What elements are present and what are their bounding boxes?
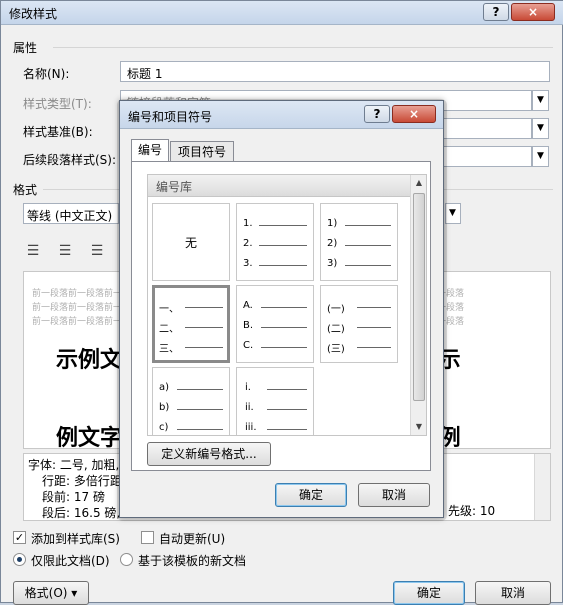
name-label: 名称(N): [23,67,70,81]
format-item-text: B. [243,320,254,331]
format-menu-button[interactable]: 格式(O) ▾ [13,581,89,605]
scroll-up-icon[interactable]: ▲ [411,175,426,191]
name-input-value: 标题 1 [127,67,163,81]
inner-close-button[interactable]: × [392,105,436,123]
add-to-gallery-checkbox[interactable]: ✓ [13,531,26,544]
template-docs-label: 基于该模板的新文档 [138,554,247,568]
format-item-text: 3. [243,258,253,269]
define-new-number-format-button[interactable]: 定义新编号格式... [147,442,271,466]
format-item-text: iii. [245,422,257,433]
outer-dialog-title: 修改样式 [9,7,58,21]
format-item-text: ii. [245,402,254,413]
style-based-dropdown-icon[interactable]: ▼ [532,118,549,139]
format-item-text: (一) [327,304,345,315]
numbering-format-none[interactable]: 无 [152,203,230,281]
outer-title-bar[interactable]: 修改样式 ? × [1,1,563,25]
only-this-doc-label: 仅限此文档(D) [31,554,110,568]
format-item-text: 2. [243,238,253,249]
format-item-text: c) [159,422,169,433]
align-left-icon[interactable]: ☰ [21,241,45,263]
desc-line-1: 字体: 二号, 加粗, [28,458,120,472]
outer-ok-button[interactable]: 确定 [393,581,465,605]
library-scrollbar[interactable]: ▲ ▼ [410,175,426,435]
outer-close-button[interactable]: × [511,3,555,21]
style-based-label: 样式基准(B): [23,125,93,139]
tab-bullets[interactable]: 项目符号 [170,141,234,163]
outer-help-button[interactable]: ? [483,3,509,21]
scroll-down-icon[interactable]: ▼ [411,419,426,435]
numbering-bullets-dialog: 编号和项目符号 ? × 编号 项目符号 编号库 无 1. 2. 3. 1) 2)… [119,100,444,518]
format-item-text: (三) [327,344,345,355]
format-item-text: a) [159,382,170,393]
format-item-text: 2) [327,238,338,249]
format-section-label: 格式 [13,183,38,197]
numbering-format-chinese-paren[interactable]: (一) (二) (三) [320,285,398,363]
next-paragraph-dropdown-icon[interactable]: ▼ [532,146,549,167]
outer-cancel-button[interactable]: 取消 [475,581,551,605]
style-type-label: 样式类型(T): [23,97,92,111]
format-item-text: 一、 [159,304,179,315]
numbering-library-header: 编号库 [148,175,410,197]
align-center-icon[interactable]: ☰ [53,241,77,263]
font-value: 等线 (中文正文) [27,209,113,223]
numbering-format-arabic-dot[interactable]: 1. 2. 3. [236,203,314,281]
font-select[interactable]: 等线 (中文正文) [23,203,119,224]
numbering-format-upper-alpha[interactable]: A. B. C. [236,285,314,363]
inner-title-bar[interactable]: 编号和项目符号 ? × [120,101,443,129]
template-docs-radio[interactable] [120,553,133,566]
format-item-text: b) [159,402,170,413]
inner-help-button[interactable]: ? [364,105,390,123]
numbering-format-arabic-paren[interactable]: 1) 2) 3) [320,203,398,281]
format-item-text: 3) [327,258,338,269]
desc-scrollbar[interactable] [534,454,550,520]
font-color-dropdown[interactable]: ▼ [445,203,461,224]
numbering-library: 编号库 无 1. 2. 3. 1) 2) 3) 一、 二、 三、 A. B. C… [147,174,427,436]
name-input[interactable]: 标题 1 [120,61,550,82]
desc-line-2: 行距: 多倍行距 [42,474,122,488]
desc-priority: 先级: 10 [448,504,496,518]
numbering-tab-panel: 编号库 无 1. 2. 3. 1) 2) 3) 一、 二、 三、 A. B. C… [131,161,431,471]
none-label: 无 [184,236,197,250]
format-item-text: 1) [327,218,338,229]
auto-update-checkbox[interactable] [141,531,154,544]
format-item-text: A. [243,300,253,311]
next-paragraph-label: 后续段落样式(S): [23,153,117,167]
format-item-text: 二、 [159,324,179,335]
numbering-format-chinese-comma[interactable]: 一、 二、 三、 [152,285,230,363]
inner-cancel-button[interactable]: 取消 [358,483,430,507]
auto-update-label: 自动更新(U) [159,532,226,546]
format-item-text: (二) [327,324,345,335]
only-this-doc-radio[interactable] [13,553,26,566]
numbering-library-title: 编号库 [156,180,193,194]
tab-numbering[interactable]: 编号 [131,139,169,163]
format-item-text: 三、 [159,344,179,355]
numbering-format-lower-alpha[interactable]: a) b) c) [152,367,230,435]
inner-ok-button[interactable]: 确定 [275,483,347,507]
properties-divider [53,47,553,48]
format-item-text: i. [245,382,251,393]
format-item-text: C. [243,340,254,351]
format-item-text: 1. [243,218,253,229]
desc-line-4: 段后: 16.5 磅, [42,506,121,520]
scroll-thumb[interactable] [413,193,425,401]
align-right-icon[interactable]: ☰ [85,241,109,263]
inner-dialog-title: 编号和项目符号 [128,110,213,124]
numbering-format-lower-roman[interactable]: i. ii. iii. [236,367,314,435]
properties-section-label: 属性 [13,41,38,55]
desc-line-3: 段前: 17 磅 [42,490,105,504]
style-type-dropdown-icon[interactable]: ▼ [532,90,549,111]
add-to-gallery-label: 添加到样式库(S) [31,532,120,546]
